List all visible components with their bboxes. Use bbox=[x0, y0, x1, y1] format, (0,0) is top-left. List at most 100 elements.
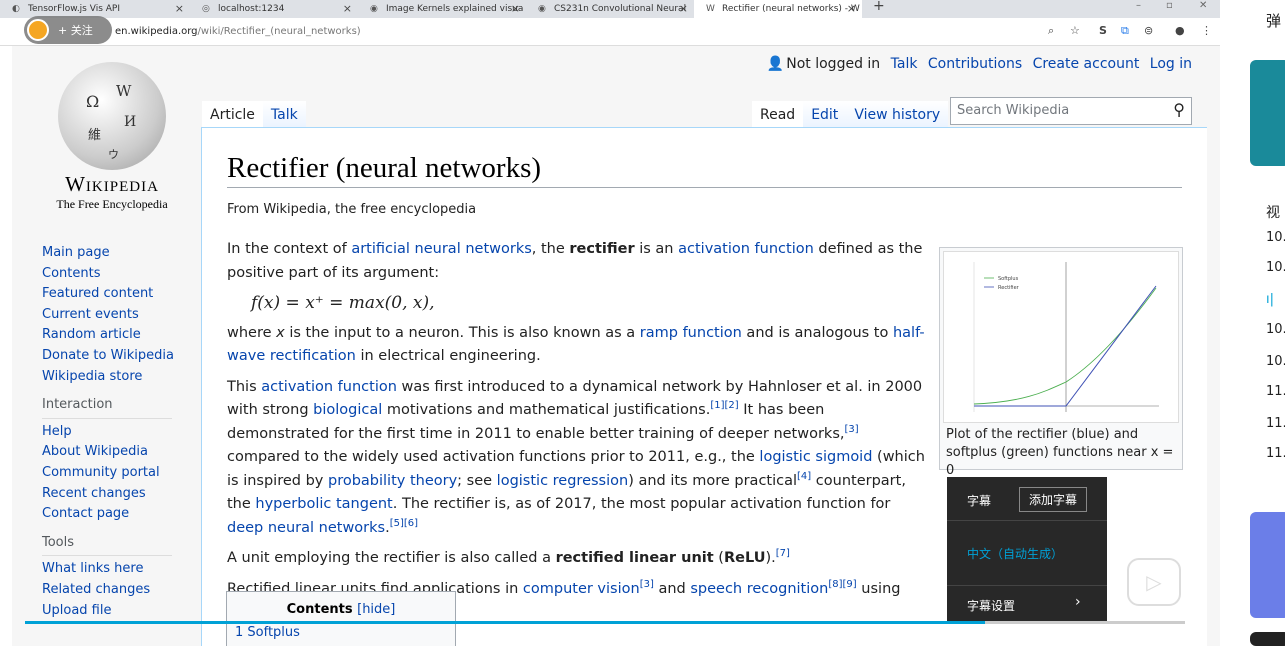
subtitle-option-auto-zh[interactable]: 中文（自动生成） bbox=[967, 545, 1063, 562]
sidebar-item-contents[interactable]: Contents bbox=[42, 266, 100, 281]
browser-tab[interactable]: ◉ Image Kernels explained visua × bbox=[358, 0, 526, 18]
link[interactable]: half-wave rectification bbox=[227, 325, 925, 365]
talk-link[interactable]: Talk bbox=[891, 56, 918, 72]
tab-favicon-icon: W bbox=[706, 4, 715, 14]
subtitle-settings-item[interactable]: 字幕设置 bbox=[967, 597, 1015, 614]
minimize-icon[interactable]: – bbox=[1136, 0, 1141, 11]
link[interactable]: probability theory bbox=[328, 473, 457, 489]
search-icon[interactable]: ⚲ bbox=[1173, 100, 1185, 119]
browser-menu-icon[interactable]: ⋮ bbox=[1201, 24, 1212, 37]
tab-close-icon[interactable]: × bbox=[511, 2, 520, 15]
wikipedia-logo[interactable]: Ω W И 維 ウ Wikipedia The Free Encyclopedi… bbox=[42, 62, 182, 212]
toc-title-text: Contents bbox=[286, 602, 353, 617]
play-icon: ▷ bbox=[1146, 570, 1162, 594]
user-icon: 👤 bbox=[766, 56, 785, 72]
side-list-item[interactable]: 11. bbox=[1266, 446, 1285, 461]
follow-button[interactable]: + 关注 bbox=[24, 16, 112, 44]
follow-label: + 关注 bbox=[58, 24, 93, 37]
tab-close-icon[interactable]: × bbox=[175, 2, 184, 15]
sidebar-item-featured[interactable]: Featured content bbox=[42, 286, 153, 301]
sidebar-item-related-changes[interactable]: Related changes bbox=[42, 582, 150, 597]
link[interactable]: activation function bbox=[261, 379, 397, 395]
side-list-item-current[interactable]: ı| bbox=[1266, 292, 1274, 307]
extension-icon[interactable]: ⧉ bbox=[1121, 24, 1129, 38]
zoom-icon[interactable]: ⌕ bbox=[1048, 24, 1054, 38]
side-list-item[interactable]: 10. bbox=[1266, 322, 1285, 337]
log-in-link[interactable]: Log in bbox=[1150, 56, 1192, 72]
link[interactable]: deep neural networks bbox=[227, 520, 385, 536]
sidebar-item-main-page[interactable]: Main page bbox=[42, 245, 110, 260]
link[interactable]: biological bbox=[313, 402, 382, 418]
divider bbox=[947, 585, 1107, 586]
sidebar-item-help[interactable]: Help bbox=[42, 424, 72, 439]
paragraph: where x is the input to a neuron. This i… bbox=[227, 324, 925, 365]
tab-label: localhost:1234 bbox=[218, 4, 285, 14]
sidebar-item-contact[interactable]: Contact page bbox=[42, 506, 129, 521]
browser-tab-active[interactable]: W Rectifier (neural networks) - W × bbox=[694, 0, 862, 18]
link[interactable]: speech recognition bbox=[690, 581, 828, 597]
browser-tab[interactable]: ◉ CS231n Convolutional Neural × bbox=[526, 0, 694, 18]
side-ad-card[interactable] bbox=[1250, 60, 1285, 166]
side-list-item[interactable]: 10. bbox=[1266, 260, 1285, 275]
tab-view-history[interactable]: View history bbox=[846, 101, 949, 129]
side-list-item[interactable]: 11. bbox=[1266, 416, 1285, 431]
link[interactable]: activation function bbox=[678, 241, 814, 257]
toc-item-softplus[interactable]: 1 Softplus bbox=[235, 625, 300, 640]
link[interactable]: artificial neural networks bbox=[351, 241, 531, 257]
link[interactable]: computer vision bbox=[523, 581, 640, 597]
toc-hide-link[interactable]: [hide] bbox=[357, 602, 395, 617]
side-promo-card[interactable] bbox=[1250, 512, 1285, 618]
paragraph: In the context of artificial neural netw… bbox=[227, 241, 923, 281]
play-button[interactable]: ▷ bbox=[1127, 558, 1181, 606]
new-tab-icon[interactable]: + bbox=[873, 0, 885, 14]
profile-icon[interactable]: ● bbox=[1175, 24, 1185, 37]
sidebar-item-what-links[interactable]: What links here bbox=[42, 561, 143, 576]
video-progress-played[interactable] bbox=[25, 621, 985, 624]
side-list-item[interactable]: 10. bbox=[1266, 354, 1285, 369]
link[interactable]: logistic sigmoid bbox=[759, 449, 872, 465]
side-bottom-card[interactable] bbox=[1250, 632, 1285, 646]
rectifier-plot-image[interactable]: Softplus Rectifier bbox=[943, 251, 1179, 423]
tab-talk[interactable]: Talk bbox=[262, 101, 306, 129]
contributions-link[interactable]: Contributions bbox=[928, 56, 1022, 72]
close-window-icon[interactable]: ✕ bbox=[1199, 0, 1207, 11]
sidebar-item-store[interactable]: Wikipedia store bbox=[42, 369, 142, 384]
link[interactable]: ramp function bbox=[640, 325, 742, 341]
tab-close-icon[interactable]: × bbox=[343, 2, 352, 15]
site-sub: From Wikipedia, the free encyclopedia bbox=[227, 202, 477, 217]
sidebar-item-current-events[interactable]: Current events bbox=[42, 307, 139, 322]
tab-edit[interactable]: Edit bbox=[803, 101, 847, 129]
bookmark-star-icon[interactable]: ☆ bbox=[1070, 24, 1080, 37]
tab-read[interactable]: Read bbox=[752, 101, 804, 129]
sidebar-item-about[interactable]: About Wikipedia bbox=[42, 444, 148, 459]
namespace-tabs: Article Talk bbox=[202, 101, 306, 129]
sidebar-item-donate[interactable]: Donate to Wikipedia bbox=[42, 348, 174, 363]
extension-icon[interactable]: ⊜ bbox=[1144, 24, 1153, 37]
link[interactable]: hyperbolic tangent bbox=[255, 496, 392, 512]
extension-s-icon[interactable]: S bbox=[1099, 24, 1107, 37]
sidebar-item-recent-changes[interactable]: Recent changes bbox=[42, 486, 146, 501]
side-list-item[interactable]: 10. bbox=[1266, 230, 1285, 245]
sidebar-item-random[interactable]: Random article bbox=[42, 327, 141, 342]
search-input[interactable]: Search Wikipedia ⚲ bbox=[950, 97, 1192, 125]
tab-article[interactable]: Article bbox=[202, 101, 263, 129]
tab-label: Rectifier (neural networks) - W bbox=[722, 4, 860, 14]
link[interactable]: logistic regression bbox=[497, 473, 629, 489]
address-bar[interactable]: en.wikipedia.org/wiki/Rectifier_(neural_… bbox=[0, 18, 1220, 46]
rectifier-plot: Softplus Rectifier bbox=[973, 262, 1159, 412]
restore-icon[interactable]: ▫ bbox=[1166, 0, 1173, 11]
paragraph: This activation function was first intro… bbox=[227, 378, 925, 536]
add-subtitle-button[interactable]: 添加字幕 bbox=[1019, 487, 1088, 512]
side-list-item[interactable]: 11. bbox=[1266, 384, 1285, 399]
tab-close-icon[interactable]: × bbox=[847, 2, 856, 15]
paragraph: A unit employing the rectifier is also c… bbox=[227, 548, 790, 566]
video-progress-remaining[interactable] bbox=[985, 621, 1185, 624]
tab-close-icon[interactable]: × bbox=[679, 2, 688, 15]
create-account-link[interactable]: Create account bbox=[1033, 56, 1140, 72]
sidebar-item-upload[interactable]: Upload file bbox=[42, 603, 111, 618]
browser-tab[interactable]: ◎ localhost:1234 × bbox=[190, 0, 358, 18]
subtitle-menu: 字幕 添加字幕 中文（自动生成） 字幕设置 › bbox=[947, 477, 1107, 621]
sidebar-item-community[interactable]: Community portal bbox=[42, 465, 160, 480]
url-field[interactable]: en.wikipedia.org/wiki/Rectifier_(neural_… bbox=[115, 26, 361, 37]
side-list-header: 视 bbox=[1266, 205, 1280, 221]
